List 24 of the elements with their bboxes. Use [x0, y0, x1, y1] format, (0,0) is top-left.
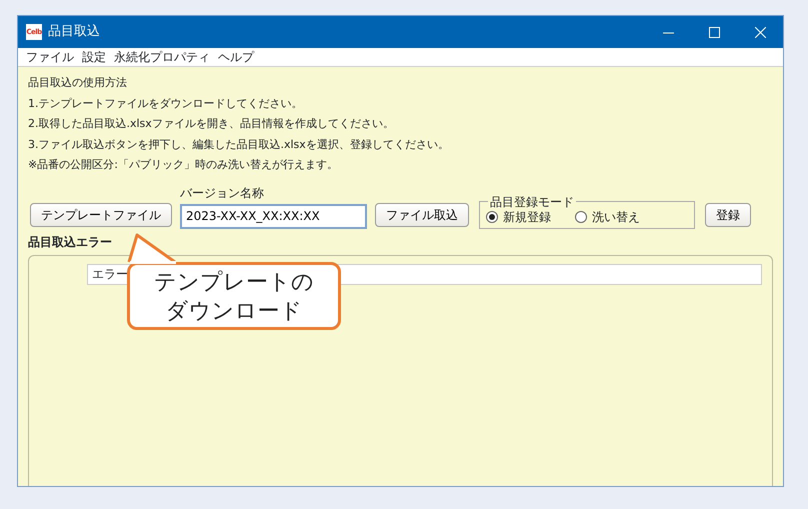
instruction-line: 品目取込の使用方法 — [28, 75, 127, 91]
menu-item[interactable]: ヘルプ — [218, 48, 254, 66]
instruction-line: ※品番の公開区分:「パブリック」時のみ洗い替えが行えます。 — [28, 157, 338, 173]
version-label: バージョン名称 — [180, 184, 265, 202]
template-file-button[interactable]: テンプレートファイル — [30, 202, 172, 226]
instruction-line: 2.取得した品目取込.xlsxファイルを開き、品目情報を作成してください。 — [28, 116, 394, 132]
maximize-icon[interactable] — [708, 26, 720, 38]
instruction-line: 3.ファイル取込ボタンを押下し、編集した品目取込.xlsxを選択、登録してください。 — [28, 136, 449, 152]
register-button[interactable]: 登録 — [705, 202, 751, 226]
radio-button[interactable] — [575, 210, 587, 222]
radio-label: 洗い替え — [592, 208, 640, 226]
version-name-field[interactable]: 2023-XX-XX_XX:XX:XX — [180, 204, 367, 228]
callout-tail — [127, 232, 177, 264]
radio-button[interactable] — [486, 210, 498, 222]
menu-item[interactable]: ファイル — [26, 48, 74, 66]
close-icon[interactable] — [754, 26, 766, 38]
menu-item[interactable]: 設定 — [82, 48, 106, 66]
group-legend: 品目登録モード — [488, 196, 576, 208]
window-title: 品目取込 — [48, 23, 100, 42]
menu-item[interactable]: 永続化プロパティ — [114, 48, 210, 66]
file-import-button[interactable]: ファイル取込 — [375, 202, 469, 226]
radio-label: 新規登録 — [503, 208, 551, 226]
errors-title: 品目取込エラー — [28, 234, 112, 250]
instruction-line: 1.テンプレートファイルをダウンロードしてください。 — [28, 96, 302, 112]
